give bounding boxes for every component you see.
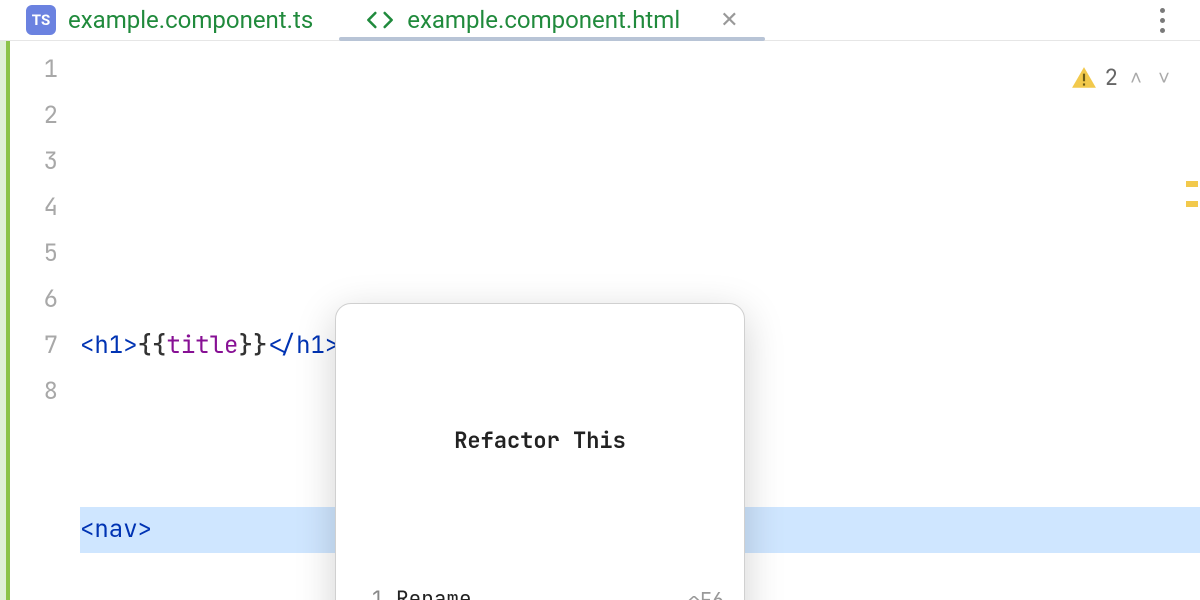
close-tab-icon[interactable]: ✕ [720, 8, 738, 33]
line-number: 2 [10, 93, 58, 139]
refactor-rename-item[interactable]: 1 Rename… ⇧F6 [336, 576, 744, 600]
code-area[interactable]: 2 ˄ ˅ <h1>{{title}}</h1> <nav> <a router… [80, 41, 1200, 600]
code-editor[interactable]: 1 2 3 4 5 6 7 8 2 ˄ ˅ <h1>{{title}}</h1>… [0, 41, 1200, 600]
line-number: 8 [10, 369, 58, 415]
tab-example-component-html[interactable]: example.component.html ✕ [339, 0, 764, 40]
html-file-icon [365, 5, 395, 35]
warning-icon [1071, 65, 1097, 91]
tab-label: example.component.ts [68, 6, 313, 34]
error-stripe-gutter[interactable] [1186, 41, 1200, 600]
prev-highlight-icon[interactable]: ˄ [1126, 55, 1146, 101]
ide-window: TS example.component.ts example.componen… [0, 0, 1200, 600]
inspections-widget[interactable]: 2 ˄ ˅ [1063, 51, 1182, 105]
line-number: 1 [10, 47, 58, 93]
more-menu-icon[interactable] [1142, 0, 1182, 40]
line-number: 7 [10, 323, 58, 369]
item-shortcut: ⇧F6 [688, 577, 724, 600]
ts-file-icon: TS [26, 5, 56, 35]
vcs-gutter [0, 41, 10, 600]
editor-tab-bar: TS example.component.ts example.componen… [0, 0, 1200, 41]
inspection-count: 2 [1105, 55, 1118, 101]
line-number: 3 [10, 139, 58, 185]
item-label: Rename… [396, 577, 688, 600]
popup-title: Refactor This [336, 396, 744, 484]
line-number: 4 [10, 185, 58, 231]
warning-stripe[interactable] [1186, 181, 1198, 187]
refactor-this-popup: Refactor This 1 Rename… ⇧F6 Extract/Intr… [335, 303, 745, 600]
line-number: 6 [10, 277, 58, 323]
warning-stripe[interactable] [1186, 201, 1198, 207]
line-number: 5 [10, 231, 58, 277]
item-index: 1 [356, 577, 384, 600]
tab-example-component-ts[interactable]: TS example.component.ts [0, 0, 339, 40]
next-highlight-icon[interactable]: ˅ [1154, 55, 1174, 101]
tab-label: example.component.html [407, 6, 680, 34]
line-number-gutter: 1 2 3 4 5 6 7 8 [10, 41, 80, 600]
